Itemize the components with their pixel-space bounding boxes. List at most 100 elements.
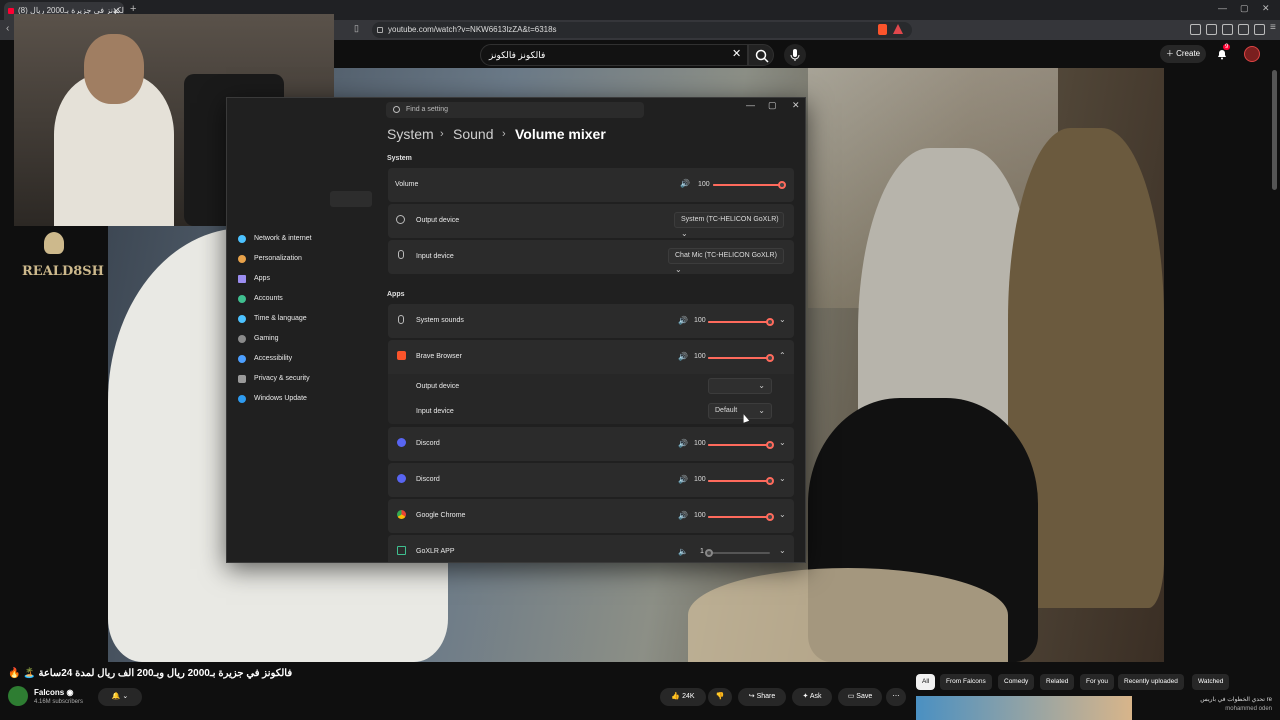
clear-search-icon[interactable]: ✕ bbox=[732, 47, 741, 60]
nav-item-personalization[interactable]: Personalization bbox=[236, 251, 376, 267]
nav-item-accessibility[interactable]: Accessibility bbox=[236, 351, 376, 367]
menu-icon[interactable]: ≡ bbox=[1270, 22, 1276, 33]
brave-output-label: Output device bbox=[416, 383, 460, 390]
breadcrumb-separator-icon: › bbox=[502, 128, 506, 140]
sidebar-icon[interactable] bbox=[1206, 24, 1217, 35]
youtube-search-input[interactable]: فالكونز فالكونز bbox=[480, 44, 748, 66]
more-actions-button[interactable]: ⋯ bbox=[886, 688, 906, 706]
site-info-icon[interactable] bbox=[377, 27, 383, 33]
subscribe-bell-button[interactable]: 🔔 ⌄ bbox=[98, 688, 142, 706]
speaker-icon[interactable]: 🔊 bbox=[678, 439, 688, 448]
nav-item-windows-update[interactable]: Windows Update bbox=[236, 391, 376, 407]
app-volume-slider-thumb[interactable] bbox=[766, 513, 774, 521]
save-button[interactable]: ▭ Save bbox=[838, 688, 882, 706]
app-volume-value: 100 bbox=[694, 317, 706, 324]
chevron-down-icon[interactable]: ⌄ bbox=[779, 510, 786, 519]
chip-for-you[interactable]: For you bbox=[1080, 674, 1115, 690]
create-label: Create bbox=[1176, 49, 1201, 58]
close-window-icon[interactable]: ✕ bbox=[1262, 3, 1270, 14]
nav-item-apps[interactable]: Apps bbox=[236, 271, 376, 287]
app-name: Google Chrome bbox=[416, 512, 466, 519]
brave-shield-icon[interactable] bbox=[878, 24, 887, 35]
nav-item-network[interactable]: Network & internet bbox=[236, 231, 376, 247]
brave-rewards-icon[interactable] bbox=[893, 24, 903, 34]
chip-related[interactable]: Related bbox=[1040, 674, 1075, 690]
app-volume-slider-thumb[interactable] bbox=[766, 441, 774, 449]
speaker-icon[interactable]: 🔊 bbox=[678, 316, 688, 325]
page-scrollbar[interactable] bbox=[1272, 70, 1277, 190]
chevron-down-icon: ⌄ bbox=[681, 229, 688, 238]
related-video-title[interactable]: تحدي الخطوات في باريس re bbox=[1142, 696, 1272, 703]
back-icon[interactable]: ‹ bbox=[6, 23, 9, 34]
channel-name-text: Falcons bbox=[34, 688, 65, 697]
chevron-down-icon[interactable]: ⌄ bbox=[779, 546, 786, 555]
chevron-down-icon[interactable]: ⌄ bbox=[779, 438, 786, 447]
nav-item-time-language[interactable]: Time & language bbox=[236, 311, 376, 327]
breadcrumb-sound[interactable]: Sound bbox=[453, 126, 493, 142]
dislike-button[interactable]: 👎 bbox=[708, 688, 732, 706]
chevron-down-icon[interactable]: ⌄ bbox=[779, 474, 786, 483]
vpn-icon[interactable] bbox=[1254, 24, 1265, 35]
chip-from-falcons[interactable]: From Falcons bbox=[940, 674, 992, 690]
breadcrumb-system[interactable]: System bbox=[387, 126, 434, 142]
speaker-icon[interactable]: 🔊 bbox=[678, 511, 688, 520]
find-setting-input[interactable]: Find a setting bbox=[386, 102, 644, 118]
app-volume-slider-thumb[interactable] bbox=[766, 477, 774, 485]
volume-label: Volume bbox=[395, 181, 419, 188]
chevron-up-icon[interactable]: ⌃ bbox=[779, 351, 786, 360]
settings-maximize-icon[interactable]: ▢ bbox=[768, 100, 777, 111]
app-volume-value: 1 bbox=[700, 548, 704, 555]
chip-recently-uploaded[interactable]: Recently uploaded bbox=[1118, 674, 1184, 690]
chip-comedy[interactable]: Comedy bbox=[998, 674, 1035, 690]
nav-item-gaming[interactable]: Gaming bbox=[236, 331, 376, 347]
ask-button[interactable]: ✦ Ask bbox=[792, 688, 832, 706]
create-button[interactable]: ＋ Create bbox=[1160, 45, 1206, 63]
nav-label: Windows Update bbox=[254, 395, 307, 402]
like-button[interactable]: 👍 24K bbox=[660, 688, 706, 706]
chip-watched[interactable]: Watched bbox=[1192, 674, 1230, 690]
section-title-system: System bbox=[387, 155, 412, 162]
app-volume-slider-track[interactable] bbox=[708, 552, 770, 554]
wallet-icon[interactable] bbox=[1222, 24, 1233, 35]
speaker-icon[interactable]: 🔊 bbox=[680, 179, 690, 188]
minimize-icon[interactable]: — bbox=[1218, 3, 1227, 13]
app-volume-slider-thumb[interactable] bbox=[705, 549, 713, 557]
account-avatar[interactable] bbox=[1244, 46, 1260, 62]
maximize-icon[interactable]: ▢ bbox=[1240, 3, 1249, 14]
chip-all[interactable]: All bbox=[916, 674, 936, 690]
extensions-icon[interactable] bbox=[1190, 24, 1201, 35]
nav-item-accounts[interactable]: Accounts bbox=[236, 291, 376, 307]
nav-label: Network & internet bbox=[254, 235, 312, 242]
verified-icon: ◉ bbox=[66, 688, 74, 697]
more-icon: ⋯ bbox=[892, 693, 900, 700]
channel-name[interactable]: Falcons ◉ bbox=[34, 688, 73, 697]
speaker-icon[interactable]: 🔊 bbox=[678, 475, 688, 484]
search-button[interactable] bbox=[748, 44, 774, 66]
settings-close-icon[interactable]: ✕ bbox=[792, 100, 800, 111]
output-device-dropdown[interactable]: System (TC-HELICON GoXLR) ⌄ bbox=[674, 212, 784, 238]
controller-icon bbox=[238, 335, 246, 343]
shield-icon bbox=[238, 375, 246, 383]
brave-input-dropdown[interactable]: Default ⌄ bbox=[708, 403, 772, 419]
leo-icon[interactable] bbox=[1238, 24, 1249, 35]
url-field[interactable]: youtube.com/watch?v=NKW6613lzZA&t=6318s bbox=[372, 22, 912, 38]
channel-avatar[interactable] bbox=[8, 686, 28, 706]
brave-output-dropdown[interactable]: ⌄ bbox=[708, 378, 772, 394]
app-volume-slider-thumb[interactable] bbox=[766, 318, 774, 326]
nav-item-privacy[interactable]: Privacy & security bbox=[236, 371, 376, 387]
bookmark-icon[interactable]: ▯ bbox=[354, 23, 359, 34]
app-volume-slider-thumb[interactable] bbox=[766, 354, 774, 362]
input-device-dropdown[interactable]: Chat Mic (TC-HELICON GoXLR) ⌄ bbox=[668, 248, 784, 274]
chevron-down-icon[interactable]: ⌄ bbox=[779, 315, 786, 324]
app-volume-value: 100 bbox=[694, 353, 706, 360]
speaker-icon bbox=[396, 215, 405, 224]
settings-minimize-icon[interactable]: — bbox=[746, 100, 755, 110]
share-button[interactable]: ↪ Share bbox=[738, 688, 786, 706]
related-video-thumbnail[interactable] bbox=[916, 696, 1132, 720]
nav-label: Privacy & security bbox=[254, 375, 310, 382]
speaker-icon[interactable]: 🔈 bbox=[678, 547, 688, 556]
basket-image bbox=[688, 568, 1008, 662]
speaker-icon[interactable]: 🔊 bbox=[678, 352, 688, 361]
voice-search-button[interactable] bbox=[784, 44, 806, 66]
volume-slider-thumb[interactable] bbox=[778, 181, 786, 189]
